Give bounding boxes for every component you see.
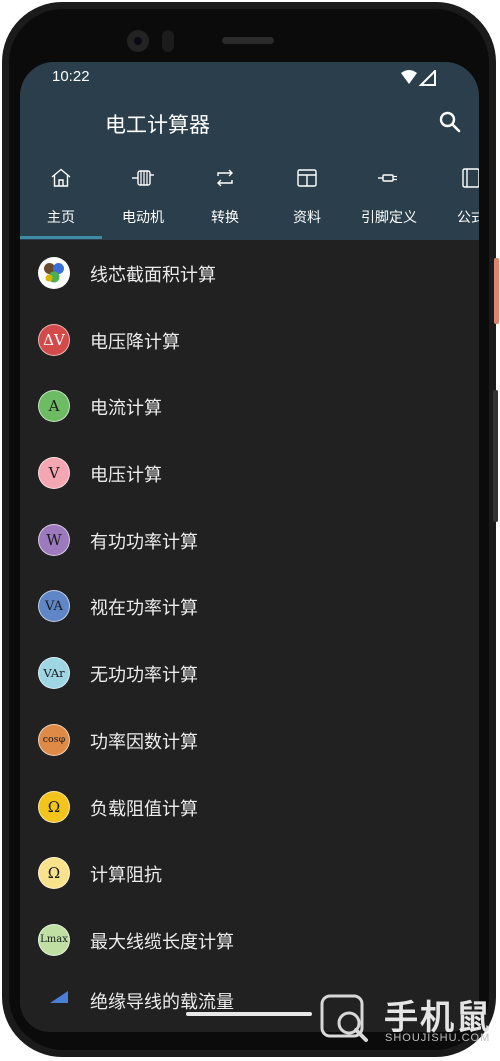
tab-label: 主页 [47, 210, 75, 226]
list-item-current[interactable]: A 电流计算 [20, 373, 479, 440]
list-item-max-cable-length[interactable]: Lmax 最大线缆长度计算 [20, 907, 479, 974]
list-item-label: 功率因数计算 [90, 731, 198, 753]
list-item-load-resistance[interactable]: Ω 负载阻值计算 [20, 774, 479, 841]
search-icon[interactable] [438, 110, 462, 134]
wire-icon [50, 990, 68, 1003]
tab-indicator [20, 236, 102, 239]
cos-phi-icon: cosφ [38, 723, 70, 756]
calculator-list: 线芯截面积计算 ΔV 电压降计算 A 电流计算 V 电压计算 W 有功功率计算 … [20, 240, 479, 1032]
tab-label: 电动机 [122, 210, 164, 226]
list-item-impedance[interactable]: Ω 计算阻抗 [20, 840, 479, 907]
wifi-icon [401, 70, 417, 84]
earpiece-speaker [222, 37, 274, 44]
tab-pinout[interactable]: 引脚定义 [348, 166, 430, 240]
list-item-label: 电压计算 [90, 465, 162, 487]
list-item-label: 负载阻值计算 [90, 798, 198, 820]
list-item-label: 计算阻抗 [90, 865, 162, 887]
list-item-label: 线芯截面积计算 [90, 265, 216, 286]
var-icon: VAr [38, 657, 70, 690]
sensor [162, 30, 174, 52]
signal-icon [418, 70, 436, 86]
tab-label: 引脚定义 [361, 210, 417, 226]
front-camera [127, 30, 149, 52]
tab-reference[interactable]: 资料 [266, 166, 348, 240]
status-time: 10:22 [52, 68, 90, 85]
volt-ampere-icon: VA [38, 590, 70, 623]
list-item-label: 绝缘导线的载流量 [90, 991, 234, 1013]
wire-cross-section-icon [38, 257, 70, 289]
list-item-reactive-power[interactable]: VAr 无功功率计算 [20, 640, 479, 707]
connector-icon [378, 174, 397, 182]
delta-v-icon: ΔV [38, 323, 70, 356]
tab-motor[interactable]: 电动机 [102, 166, 184, 240]
ohm-icon: Ω [38, 790, 70, 823]
tab-formula[interactable]: 公式 [430, 166, 479, 240]
tab-label: 转换 [211, 210, 239, 226]
list-item-voltage[interactable]: V 电压计算 [20, 440, 479, 507]
list-item-apparent-power[interactable]: VA 视在功率计算 [20, 573, 479, 640]
table-icon [297, 169, 317, 187]
list-item-voltage-drop[interactable]: ΔV 电压降计算 [20, 307, 479, 374]
tab-label: 公式 [457, 210, 479, 226]
watermark-subtext: SHOUJISHU.COM [385, 1032, 491, 1044]
list-item-label: 最大线缆长度计算 [90, 931, 234, 953]
book-icon [462, 168, 479, 188]
app-title: 电工计算器 [105, 113, 210, 137]
list-item-label: 电压降计算 [90, 331, 180, 353]
watt-icon: W [38, 523, 70, 556]
list-item-label: 无功功率计算 [90, 665, 198, 687]
list-item-label: 视在功率计算 [90, 598, 198, 620]
tab-convert[interactable]: 转换 [184, 166, 266, 240]
watermark-logo-icon [320, 994, 368, 1042]
app-header: 10:22 电工计算器 主页 电动机 转换 资料 引脚定义 公式 [20, 62, 479, 240]
ohm-icon: Ω [38, 857, 70, 890]
motor-icon [132, 170, 154, 186]
tab-home[interactable]: 主页 [20, 166, 102, 240]
convert-icon [217, 169, 233, 187]
list-item-power-factor[interactable]: cosφ 功率因数计算 [20, 707, 479, 774]
list-item-label: 电流计算 [90, 398, 162, 420]
home-icon [51, 168, 71, 187]
screen: 10:22 电工计算器 主页 电动机 转换 资料 引脚定义 公式 线芯截面积计算… [20, 62, 479, 1032]
list-item-label: 有功功率计算 [90, 531, 198, 553]
volt-icon: V [38, 457, 70, 490]
status-icons [401, 70, 436, 86]
tab-label: 资料 [293, 210, 321, 226]
lmax-icon: Lmax [38, 923, 70, 956]
volume-button [493, 390, 498, 522]
list-item-cross-section[interactable]: 线芯截面积计算 [20, 240, 479, 307]
ampere-icon: A [38, 390, 70, 423]
power-button [494, 258, 499, 324]
home-indicator[interactable] [186, 1012, 312, 1016]
list-item-active-power[interactable]: W 有功功率计算 [20, 507, 479, 574]
